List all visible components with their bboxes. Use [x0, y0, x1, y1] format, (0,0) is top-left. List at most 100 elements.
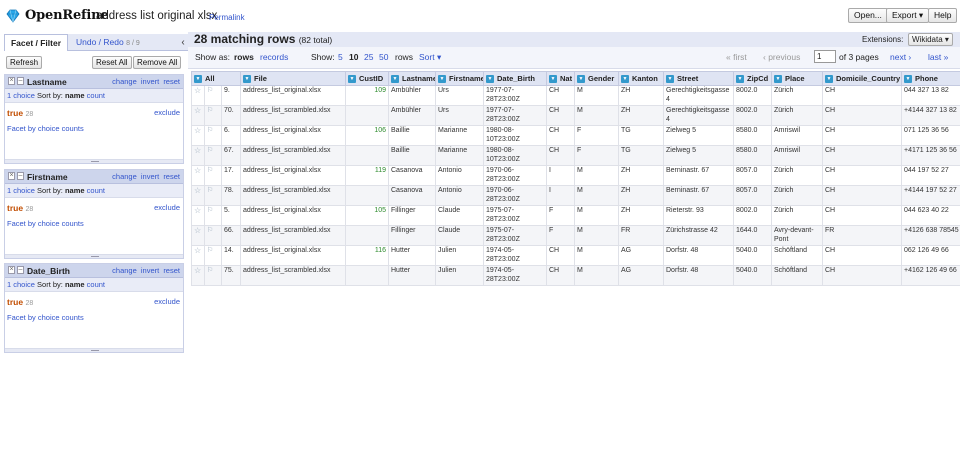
table-cell[interactable]: Julien — [435, 245, 484, 266]
table-cell[interactable]: F — [574, 125, 619, 146]
column-header[interactable]: ▼ Street — [663, 71, 734, 86]
table-cell[interactable]: Urs — [435, 105, 484, 126]
table-cell[interactable]: Baillie — [388, 125, 436, 146]
table-cell[interactable]: 8057.0 — [733, 185, 772, 206]
table-cell[interactable]: M — [574, 225, 619, 246]
table-cell[interactable]: CH — [546, 265, 575, 286]
facet-choices-link[interactable]: 1 choice — [7, 91, 35, 100]
star-icon[interactable]: ☆ — [194, 207, 202, 215]
table-cell[interactable]: Casanova — [388, 185, 436, 206]
previous-page-link[interactable]: ‹ previous — [763, 52, 800, 62]
table-cell[interactable]: 8580.0 — [733, 125, 772, 146]
table-cell[interactable]: Hutter — [388, 245, 436, 266]
tab-undo-redo[interactable]: Undo / Redo 8 / 9 — [76, 34, 140, 51]
table-cell[interactable]: 1974-05-28T23:00Z — [483, 265, 547, 286]
table-cell[interactable]: address_list_original.xlsx — [240, 165, 346, 186]
table-cell[interactable]: Berninastr. 67 — [663, 185, 734, 206]
column-menu-icon[interactable]: ▼ — [549, 75, 557, 83]
column-header[interactable]: ▼ Date_Birth — [483, 71, 547, 86]
column-header[interactable]: ▼ Domicile_Country — [822, 71, 902, 86]
table-cell[interactable]: Julien — [435, 265, 484, 286]
flag-icon[interactable]: ⚐ — [207, 207, 215, 215]
table-cell[interactable]: 105 — [345, 205, 389, 226]
flag-icon[interactable]: ⚐ — [207, 227, 215, 235]
column-menu-icon[interactable]: ▼ — [621, 75, 629, 83]
permalink-link[interactable]: Permalink — [209, 13, 245, 22]
facet-choices-link[interactable]: 1 choice — [7, 280, 35, 289]
row-number[interactable]: 14. — [221, 245, 241, 266]
row-number[interactable]: 78. — [221, 185, 241, 206]
table-cell[interactable]: CH — [822, 205, 902, 226]
flag-icon[interactable]: ⚐ — [207, 187, 215, 195]
row-number[interactable]: 6. — [221, 125, 241, 146]
row-number[interactable]: 5. — [221, 205, 241, 226]
table-cell[interactable]: 119 — [345, 165, 389, 186]
table-cell[interactable]: address_list_original.xlsx — [240, 125, 346, 146]
facet-exclude-link[interactable]: exclude — [154, 297, 180, 306]
facet-by-counts-link[interactable]: Facet by choice counts — [7, 124, 84, 133]
table-cell[interactable]: M — [574, 185, 619, 206]
table-cell[interactable]: Baillie — [388, 145, 436, 166]
facet-choice[interactable]: true 28 — [7, 108, 33, 118]
first-page-link[interactable]: « first — [726, 52, 747, 62]
table-cell[interactable]: 044 623 40 22 — [901, 205, 960, 226]
show-as-records[interactable]: records — [260, 52, 288, 62]
table-cell[interactable]: Gerechtigkeitsgasse 4 — [663, 85, 734, 106]
table-cell[interactable]: 1644.0 — [733, 225, 772, 246]
table-cell[interactable]: +4171 125 36 56 — [901, 145, 960, 166]
facet-minimize-icon[interactable]: – — [17, 172, 24, 180]
table-cell[interactable]: Claude — [435, 205, 484, 226]
facet-minimize-icon[interactable]: – — [17, 266, 24, 274]
show-as-rows[interactable]: rows — [234, 52, 254, 62]
export-button[interactable]: Export ▾ — [886, 8, 930, 23]
column-menu-icon[interactable]: ▼ — [774, 75, 782, 83]
table-cell[interactable]: F — [546, 225, 575, 246]
facet-resize-handle[interactable] — [5, 348, 183, 352]
flag-icon[interactable]: ⚐ — [207, 147, 215, 155]
column-menu-icon[interactable]: ▼ — [194, 75, 202, 83]
last-page-link[interactable]: last » — [928, 52, 948, 62]
table-cell[interactable]: 044 197 52 27 — [901, 165, 960, 186]
logo[interactable]: OpenRefine — [6, 8, 109, 23]
table-cell[interactable]: Ambühler — [388, 85, 436, 106]
table-cell[interactable] — [345, 145, 389, 166]
table-cell[interactable]: CH — [822, 165, 902, 186]
row-number[interactable]: 67. — [221, 145, 241, 166]
table-cell[interactable]: 1970-06-28T23:00Z — [483, 165, 547, 186]
table-cell[interactable]: CH — [822, 105, 902, 126]
tab-facet-filter[interactable]: Facet / Filter — [4, 34, 68, 51]
facet-resize-handle[interactable] — [5, 254, 183, 258]
table-cell[interactable]: Zürich — [771, 85, 823, 106]
table-cell[interactable]: Schöftland — [771, 245, 823, 266]
table-cell[interactable]: 1977-07-28T23:00Z — [483, 85, 547, 106]
table-cell[interactable]: CH — [546, 85, 575, 106]
row-number[interactable]: 70. — [221, 105, 241, 126]
table-cell[interactable]: 109 — [345, 85, 389, 106]
table-cell[interactable]: M — [574, 265, 619, 286]
reset-all-button[interactable]: Reset All — [92, 56, 132, 69]
flag-icon[interactable]: ⚐ — [207, 267, 215, 275]
table-cell[interactable]: AG — [618, 265, 664, 286]
table-cell[interactable]: 044 327 13 82 — [901, 85, 960, 106]
table-cell[interactable]: 8057.0 — [733, 165, 772, 186]
table-cell[interactable]: 8002.0 — [733, 205, 772, 226]
table-cell[interactable]: 116 — [345, 245, 389, 266]
table-cell[interactable]: ZH — [618, 105, 664, 126]
row-number[interactable]: 75. — [221, 265, 241, 286]
table-cell[interactable]: +4126 638 78545 — [901, 225, 960, 246]
column-header[interactable]: ▼ ZipCd — [733, 71, 772, 86]
page-number-input[interactable]: 1 — [814, 50, 836, 63]
table-cell[interactable]: Schöftland — [771, 265, 823, 286]
facet-change-link[interactable]: change — [112, 172, 137, 181]
facet-change-link[interactable]: change — [112, 266, 137, 275]
star-icon[interactable]: ☆ — [194, 227, 202, 235]
table-cell[interactable]: address_list_scrambled.xlsx — [240, 185, 346, 206]
facet-sort-name[interactable]: name — [65, 91, 85, 100]
facet-sort-count[interactable]: count — [87, 280, 105, 289]
refresh-button[interactable]: Refresh — [6, 56, 43, 69]
table-cell[interactable]: FR — [822, 225, 902, 246]
table-cell[interactable]: Fillinger — [388, 225, 436, 246]
table-cell[interactable]: M — [574, 105, 619, 126]
facet-change-link[interactable]: change — [112, 77, 137, 86]
table-cell[interactable]: CH — [822, 265, 902, 286]
